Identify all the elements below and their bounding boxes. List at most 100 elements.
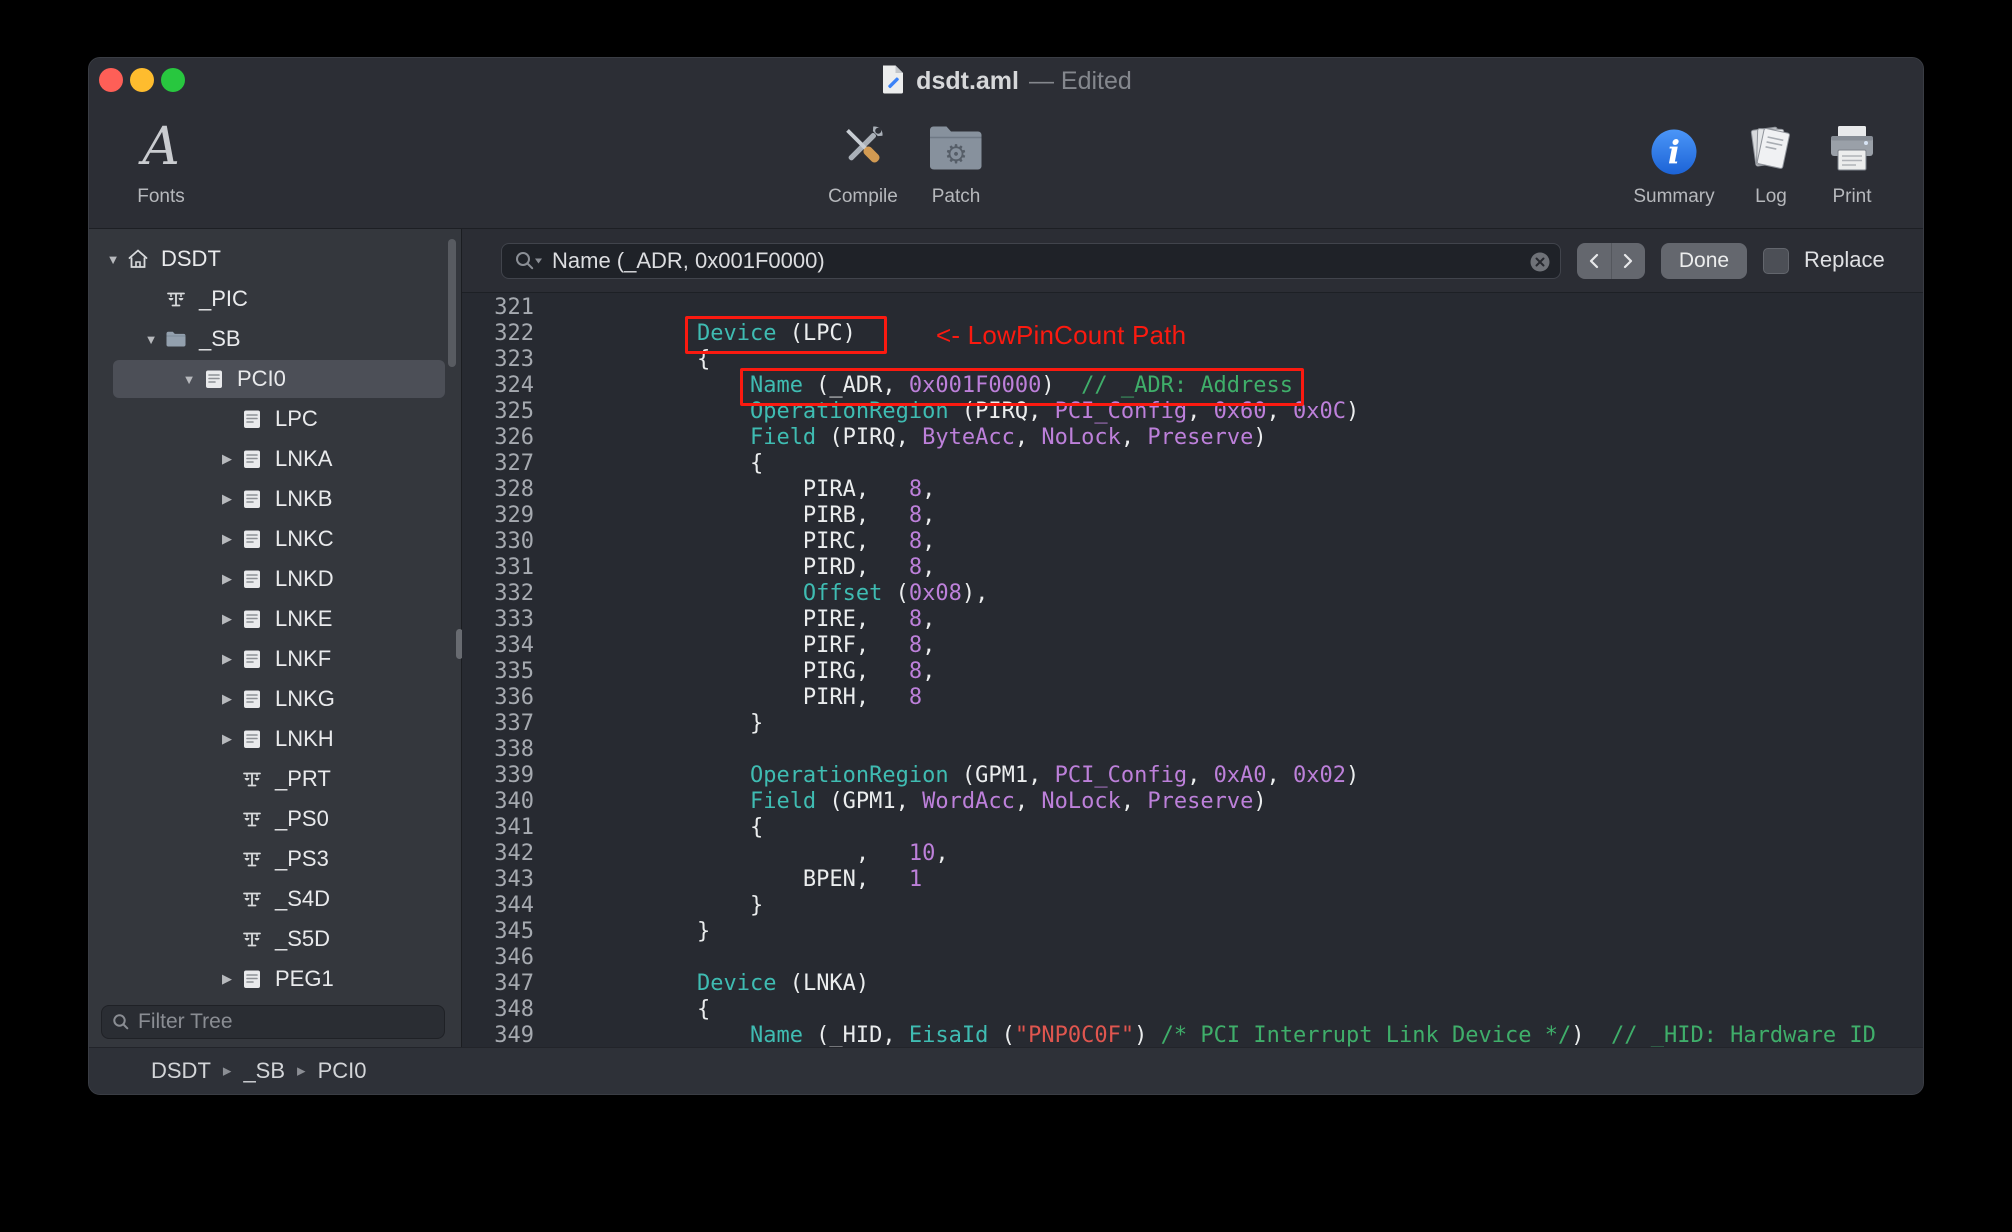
- svg-text:⚙: ⚙: [944, 140, 967, 170]
- disclosure-closed-icon[interactable]: ▶: [215, 691, 239, 707]
- tree-item-label: LNKD: [275, 566, 334, 591]
- app-window: dsdt.aml — Edited A Fonts Compile ⚙ Patc…: [88, 57, 1924, 1095]
- search-icon: [112, 1013, 130, 1031]
- zoom-button[interactable]: [161, 68, 185, 92]
- device-icon: [239, 726, 265, 752]
- tree-item-lnkb[interactable]: ▶ LNKB: [89, 479, 461, 519]
- disclosure-closed-icon[interactable]: ▶: [215, 571, 239, 587]
- disclosure-closed-icon[interactable]: ▶: [215, 731, 239, 747]
- device-icon: [239, 486, 265, 512]
- line-number: 328: [494, 477, 534, 502]
- tree-item-pci0[interactable]: ▼ PCI0: [89, 359, 461, 399]
- tree-item-lnkg[interactable]: ▶ LNKG: [89, 679, 461, 719]
- code-line: 338: [462, 737, 1923, 763]
- tree-item-dsdt[interactable]: ▼ DSDT: [89, 239, 461, 279]
- line-number: 327: [494, 451, 534, 476]
- print-button[interactable]: Print: [1792, 104, 1912, 208]
- code-editor[interactable]: 321 322 Device (LPC) 323 {324 Name (_ADR, …: [462, 293, 1923, 1047]
- tree-item-lnkd[interactable]: ▶ LNKD: [89, 559, 461, 599]
- filter-field[interactable]: [101, 1005, 445, 1039]
- replace-checkbox[interactable]: [1763, 248, 1789, 274]
- tree-item-_prt[interactable]: _PRT: [89, 759, 461, 799]
- disclosure-open-icon[interactable]: ▼: [101, 252, 125, 267]
- disclosure-closed-icon[interactable]: ▶: [215, 531, 239, 547]
- code-line: 344 }: [462, 893, 1923, 919]
- patch-button[interactable]: ⚙ Patch: [896, 104, 1016, 208]
- line-number: 345: [494, 919, 534, 944]
- line-number: 322: [494, 321, 534, 346]
- replace-label: Replace: [1804, 247, 1885, 272]
- code-line: 328 PIRA, 8,: [462, 477, 1923, 503]
- line-number: 339: [494, 763, 534, 788]
- tree-item-lnkc[interactable]: ▶ LNKC: [89, 519, 461, 559]
- line-number: 342: [494, 841, 534, 866]
- tree-item-label: PEG1: [275, 966, 334, 991]
- search-input[interactable]: [552, 248, 1520, 274]
- sidebar-scrollbar-thumb[interactable]: [448, 239, 456, 367]
- done-button[interactable]: Done: [1661, 243, 1747, 279]
- tree-item-label: LNKH: [275, 726, 334, 751]
- code-text: PIRE, 8,: [591, 607, 936, 632]
- code-line: 329 PIRB, 8,: [462, 503, 1923, 529]
- tree-item-lnkh[interactable]: ▶ LNKH: [89, 719, 461, 759]
- line-number: 321: [494, 295, 534, 320]
- tree-item-lpc[interactable]: LPC: [89, 399, 461, 439]
- device-icon: [239, 526, 265, 552]
- close-button[interactable]: [99, 68, 123, 92]
- code-text: Name (_HID, EisaId ("PNP0C0F") /* PCI In…: [749, 1023, 1876, 1047]
- tree-item-label: _S4D: [275, 886, 331, 911]
- tree-item-_s5d[interactable]: _S5D: [89, 919, 461, 959]
- disclosure-closed-icon[interactable]: ▶: [215, 611, 239, 627]
- line-number: 349: [494, 1023, 534, 1047]
- line-number: 324: [494, 373, 534, 398]
- breadcrumb-item[interactable]: DSDT: [151, 1058, 211, 1084]
- disclosure-open-icon[interactable]: ▼: [177, 372, 201, 387]
- code-text: PIRG, 8,: [591, 659, 936, 684]
- line-number: 337: [494, 711, 534, 736]
- disclosure-closed-icon[interactable]: ▶: [215, 651, 239, 667]
- log-icon: [1743, 104, 1799, 176]
- edited-badge: — Edited: [1028, 66, 1132, 95]
- tree-item-_pic[interactable]: _PIC: [89, 279, 461, 319]
- compile-icon: [834, 104, 892, 176]
- search-field[interactable]: [501, 243, 1561, 279]
- tree-item-lnka[interactable]: ▶ LNKA: [89, 439, 461, 479]
- folder-icon: [163, 326, 189, 352]
- find-bar: Done Replace: [462, 229, 1923, 293]
- search-menu-icon[interactable]: [514, 250, 544, 272]
- line-number: 340: [494, 789, 534, 814]
- code-line: 321: [462, 295, 1923, 321]
- device-icon: [239, 646, 265, 672]
- code-line: 341 {: [462, 815, 1923, 841]
- disclosure-closed-icon[interactable]: ▶: [215, 491, 239, 507]
- tree-item-label: _PS3: [275, 846, 329, 871]
- tree-item-lnkf[interactable]: ▶ LNKF: [89, 639, 461, 679]
- tree-item-_ps0[interactable]: _PS0: [89, 799, 461, 839]
- minimize-button[interactable]: [130, 68, 154, 92]
- code-text: PIRA, 8,: [591, 477, 936, 502]
- find-next-button[interactable]: [1612, 243, 1646, 279]
- disclosure-closed-icon[interactable]: ▶: [215, 451, 239, 467]
- line-number: 348: [494, 997, 534, 1022]
- house-icon: [125, 246, 151, 272]
- disclosure-open-icon[interactable]: ▼: [139, 332, 163, 347]
- line-number: 334: [494, 633, 534, 658]
- breadcrumb-item[interactable]: PCI0: [318, 1058, 367, 1084]
- tree-item-label: DSDT: [161, 246, 221, 271]
- tree-item-_sb[interactable]: ▼ _SB: [89, 319, 461, 359]
- filter-input[interactable]: [138, 1010, 434, 1034]
- tree-item-peg1[interactable]: ▶ PEG1: [89, 959, 461, 999]
- breadcrumb-item[interactable]: _SB: [243, 1058, 285, 1084]
- tree-item-label: LNKE: [275, 606, 333, 631]
- clear-search-button[interactable]: [1529, 251, 1551, 273]
- fonts-button[interactable]: A Fonts: [101, 104, 221, 208]
- tree-item-lnke[interactable]: ▶ LNKE: [89, 599, 461, 639]
- line-number: 338: [494, 737, 534, 762]
- tree-item-_s4d[interactable]: _S4D: [89, 879, 461, 919]
- tree-item-_ps3[interactable]: _PS3: [89, 839, 461, 879]
- toolbar-label: Log: [1755, 186, 1787, 207]
- disclosure-closed-icon[interactable]: ▶: [215, 971, 239, 987]
- line-number: 344: [494, 893, 534, 918]
- code-line: 334 PIRF, 8,: [462, 633, 1923, 659]
- find-previous-button[interactable]: [1577, 243, 1612, 279]
